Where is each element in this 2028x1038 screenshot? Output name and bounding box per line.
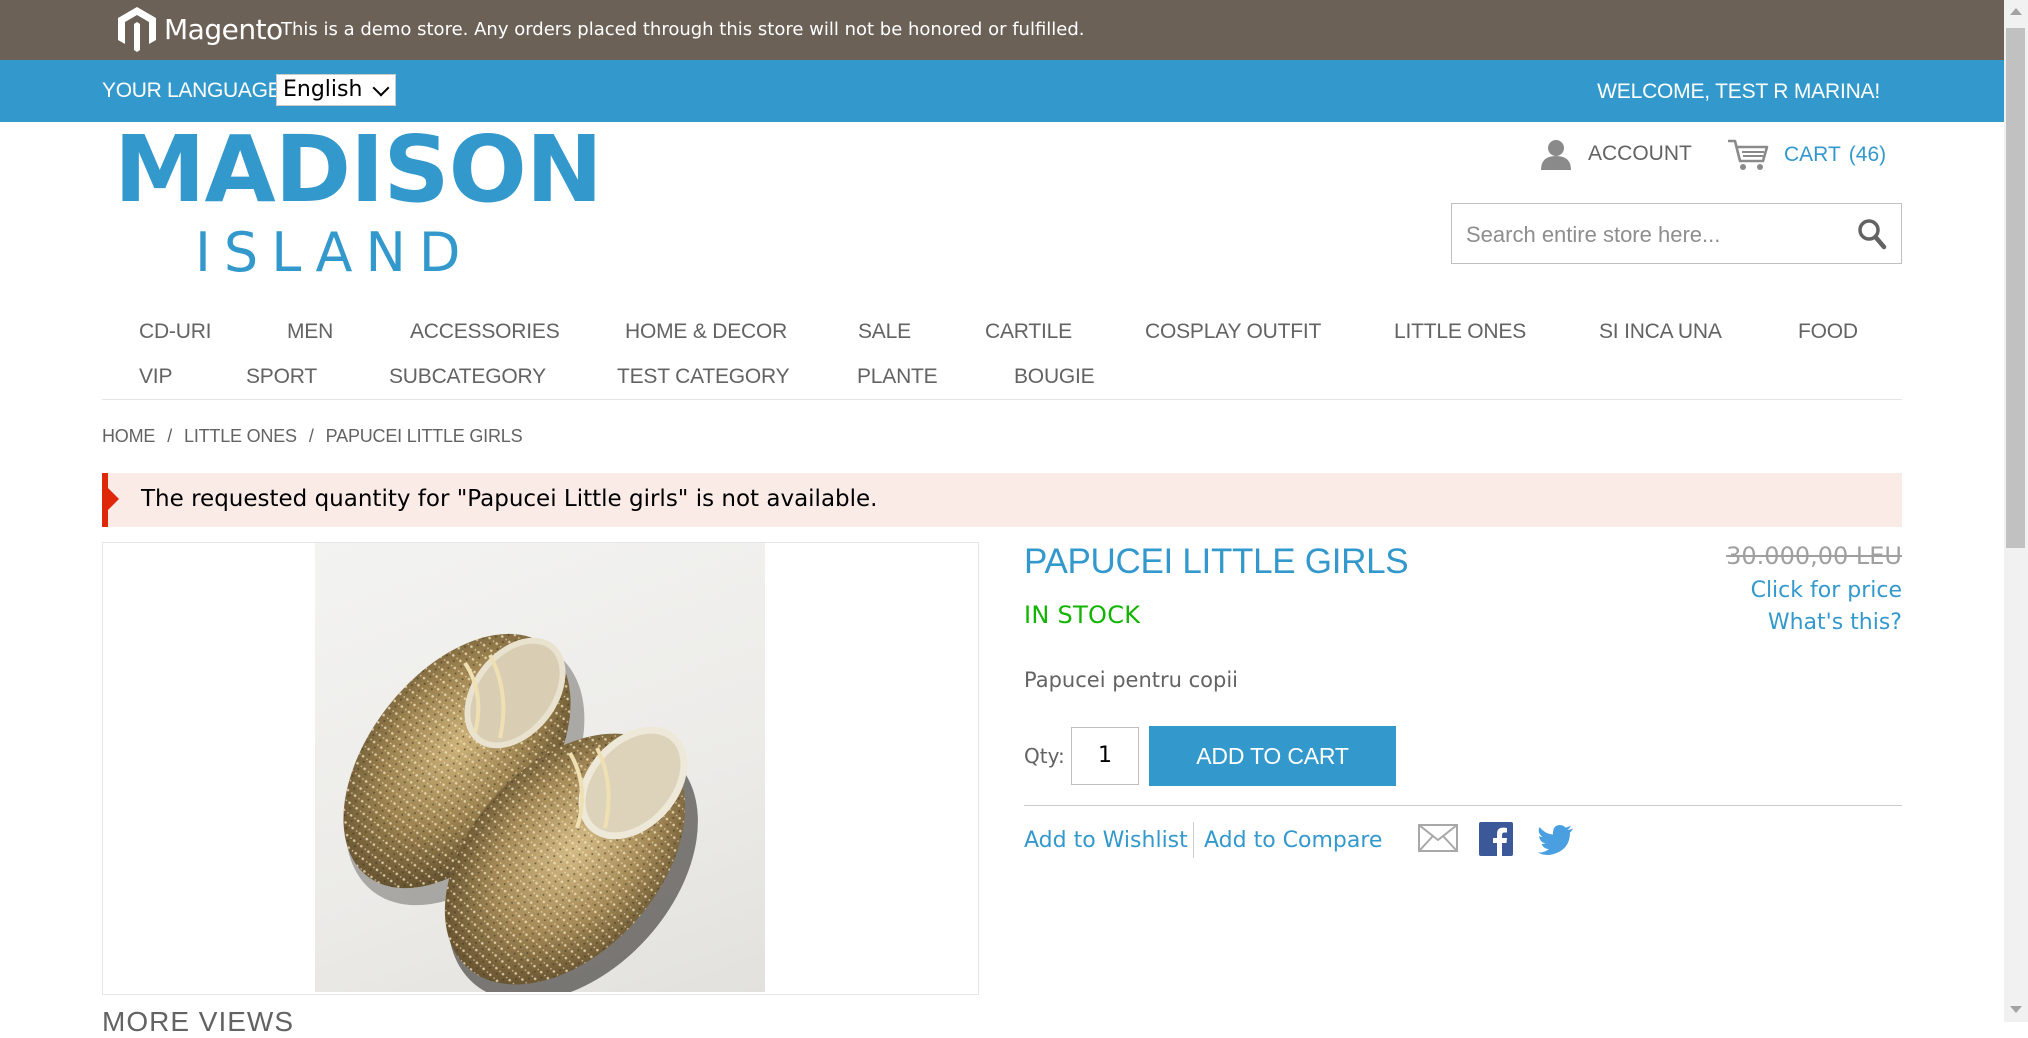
product-divider [1024,805,1902,806]
logo-line2: ISLAND [195,221,474,284]
demo-notice-bar: Magento This is a demo store. Any orders… [0,0,2004,60]
more-views-heading: MORE VIEWS [102,1006,295,1037]
facebook-icon[interactable] [1479,822,1513,861]
glitter-shoes-image [343,633,698,992]
breadcrumb-little-ones[interactable]: LITTLE ONES [184,426,297,446]
account-label: ACCOUNT [1588,142,1692,165]
add-to-cart-button[interactable]: ADD TO CART [1149,726,1396,786]
chevron-down-icon [372,79,390,97]
nav-item-vip[interactable]: VIP [139,365,172,389]
nav-item-accessories[interactable]: ACCESSORIES [410,320,560,344]
language-select[interactable]: English [276,74,396,106]
error-message-box: The requested quantity for "Papucei Litt… [102,473,1902,527]
nav-item-sale[interactable]: SALE [858,320,911,344]
add-to-compare-link[interactable]: Add to Compare [1204,828,1382,853]
error-marker-icon [108,488,119,510]
scroll-down-arrow-icon[interactable] [2010,1006,2022,1013]
product-image[interactable] [315,543,765,992]
breadcrumb: HOME / LITTLE ONES / PAPUCEI LITTLE GIRLS [102,426,523,447]
scrollbar-thumb[interactable] [2006,28,2025,548]
search-icon[interactable] [1857,218,1887,255]
product-title: PAPUCEI LITTLE GIRLS [1024,542,1409,581]
breadcrumb-separator: / [308,426,314,446]
cart-icon [1728,139,1769,170]
demo-notice-text: This is a demo store. Any orders placed … [281,19,1085,40]
scroll-up-arrow-icon[interactable] [2010,8,2022,15]
breadcrumb-home[interactable]: HOME [102,426,155,446]
email-icon[interactable] [1418,824,1458,857]
stock-status: IN STOCK [1024,601,1141,629]
qty-label: Qty: [1024,744,1065,768]
short-description: Papucei pentru copii [1024,668,1239,692]
search-input[interactable]: Search entire store here... [1451,203,1902,264]
nav-item-subcategory[interactable]: SUBCATEGORY [389,365,546,389]
welcome-message: WELCOME, TEST R MARINA! [1597,80,1880,103]
nav-item-food[interactable]: FOOD [1798,320,1858,344]
nav-item-sport[interactable]: SPORT [246,365,317,389]
twitter-icon[interactable] [1538,825,1574,860]
breadcrumb-current: PAPUCEI LITTLE GIRLS [325,426,523,446]
account-link[interactable]: ACCOUNT [1538,138,1692,170]
link-separator [1193,822,1194,858]
click-for-price-link[interactable]: Click for price [1751,578,1902,603]
breadcrumb-separator: / [167,426,173,446]
header-language-bar: YOUR LANGUAGE: English WELCOME, TEST R M… [0,60,2004,122]
nav-item-little-ones[interactable]: LITTLE ONES [1394,320,1526,344]
logo-line1: MADISON [114,116,603,223]
nav-item-cartile[interactable]: CARTILE [985,320,1072,344]
nav-item-plante[interactable]: PLANTE [857,365,938,389]
nav-item-si-inca-una[interactable]: SI INCA UNA [1599,320,1722,344]
cart-label: CART [1784,143,1841,166]
add-to-wishlist-link[interactable]: Add to Wishlist [1024,828,1188,853]
nav-divider [102,399,1902,400]
magento-logo: Magento [116,6,283,52]
magento-logo-icon [118,7,156,52]
user-icon [1541,140,1571,170]
nav-item-men[interactable]: MEN [287,320,333,344]
whats-this-link[interactable]: What's this? [1768,610,1902,635]
cart-count: (46) [1848,143,1887,166]
magento-wordmark: Magento [164,12,283,46]
nav-item-cosplay-outfit[interactable]: COSPLAY OUTFIT [1145,320,1321,344]
cart-link[interactable]: CART (46) [1726,138,1886,172]
nav-item-test-category[interactable]: TEST CATEGORY [617,365,790,389]
error-message-text: The requested quantity for "Papucei Litt… [141,486,878,512]
search-placeholder: Search entire store here... [1466,222,1721,247]
qty-input[interactable]: 1 [1071,727,1139,785]
old-price: 30.000,00 LEU [1726,542,1902,570]
nav-item-bougie[interactable]: BOUGIE [1014,365,1095,389]
nav-item-cd-uri[interactable]: CD-URI [139,320,211,344]
language-selected-value: English [283,77,363,102]
language-label: YOUR LANGUAGE: [102,79,287,102]
nav-item-home-decor[interactable]: HOME & DECOR [625,320,787,344]
